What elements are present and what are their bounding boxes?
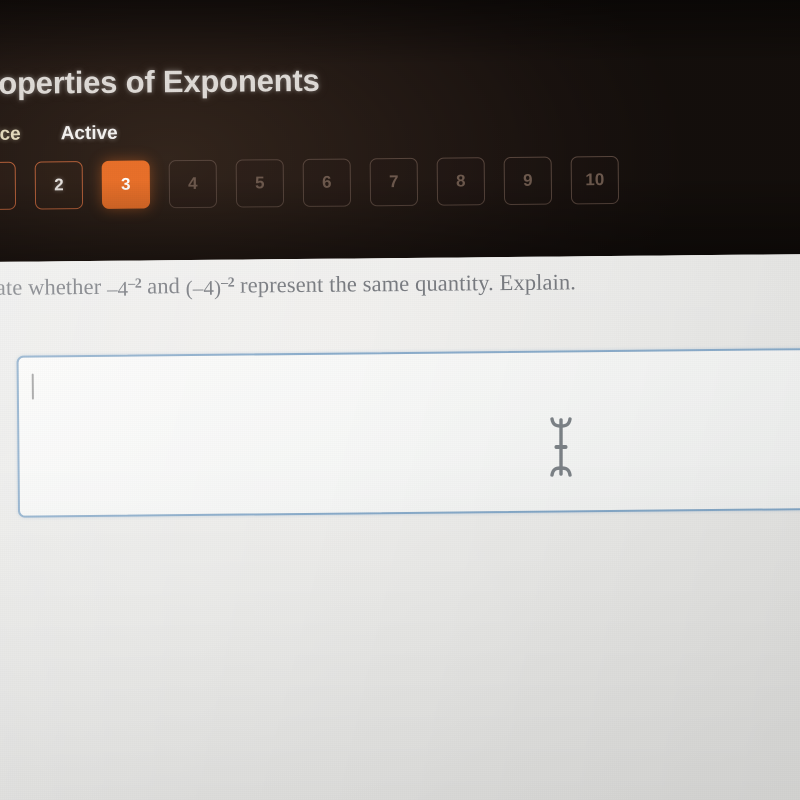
screen-surface: Properties of Exponents ractice Active 1…	[0, 0, 800, 800]
text-caret	[31, 373, 34, 400]
question-button-4[interactable]: 4	[168, 159, 218, 209]
question-expression-2: (–4)–2	[185, 274, 235, 301]
question-button-9[interactable]: 9	[503, 156, 553, 206]
question-number-nav: 1 2 3 4 5 6 7 8 9 10	[0, 155, 620, 211]
question-button-3[interactable]: 3	[101, 160, 151, 209]
question-tail: represent the same quantity. Explain.	[239, 269, 577, 298]
question-button-6[interactable]: 6	[302, 158, 352, 207]
question-button-8[interactable]: 8	[436, 157, 486, 206]
content-vignette	[0, 253, 800, 800]
question-button-10[interactable]: 10	[570, 155, 620, 205]
expression-2-exponent: –2	[220, 274, 235, 290]
question-button-7[interactable]: 7	[369, 157, 419, 207]
header-vignette	[0, 0, 800, 263]
question-expression-1: –4–2	[106, 275, 142, 301]
question-button-2[interactable]: 2	[34, 161, 84, 210]
question-conjunction: and	[147, 273, 181, 299]
expression-1-base: –4	[106, 276, 129, 301]
tab-practice[interactable]: ractice	[0, 124, 21, 147]
lesson-header: Properties of Exponents ractice Active 1…	[0, 0, 800, 263]
answer-input[interactable]	[16, 347, 800, 518]
tab-active[interactable]: Active	[61, 123, 118, 146]
question-button-5[interactable]: 5	[235, 159, 285, 208]
expression-2-base: (–4)	[185, 275, 222, 301]
page-title: Properties of Exponents	[0, 62, 320, 102]
question-prompt: State whether –4–2 and (–4)–2 represent …	[0, 269, 576, 301]
expression-1-exponent: –2	[128, 275, 142, 291]
photo-of-screen: Properties of Exponents ractice Active 1…	[0, 0, 800, 800]
tab-bar: ractice Active	[0, 123, 118, 147]
question-button-1[interactable]: 1	[0, 161, 17, 211]
question-lead: State whether	[0, 273, 102, 301]
question-content-area: State whether –4–2 and (–4)–2 represent …	[0, 253, 800, 800]
